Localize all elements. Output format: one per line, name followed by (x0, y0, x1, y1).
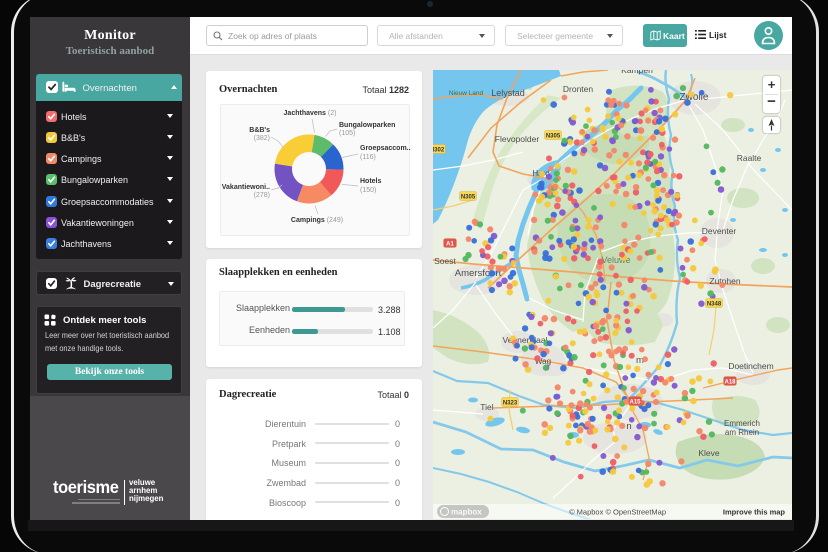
svg-text:N305: N305 (461, 195, 476, 201)
svg-text:Flevopolder: Flevopolder (495, 134, 540, 144)
svg-text:A18: A18 (724, 380, 736, 386)
svg-text:Lelystad: Lelystad (491, 88, 525, 98)
svg-text:Tiel: Tiel (480, 402, 493, 412)
svg-text:Raalte: Raalte (737, 153, 762, 163)
svg-text:Soest: Soest (434, 256, 456, 266)
svg-text:Emmerich: Emmerich (724, 419, 760, 428)
svg-text:n: n (626, 421, 631, 432)
svg-text:Dronten: Dronten (563, 84, 594, 94)
svg-text:A15: A15 (629, 400, 641, 406)
svg-text:Improve this map: Improve this map (723, 508, 786, 517)
svg-text:Nieuw Land: Nieuw Land (449, 90, 484, 97)
svg-text:Veenendaal: Veenendaal (503, 335, 548, 345)
svg-text:N323: N323 (503, 401, 518, 407)
svg-text:Kleve: Kleve (698, 448, 720, 458)
svg-text:N305: N305 (546, 134, 561, 140)
svg-text:am Rhein: am Rhein (725, 428, 759, 437)
svg-text:N348: N348 (707, 302, 722, 308)
svg-text:© Mapbox © OpenStreetMap: © Mapbox © OpenStreetMap (569, 508, 666, 517)
svg-text:N302: N302 (433, 148, 445, 154)
svg-text:Deventer: Deventer (702, 226, 737, 236)
svg-text:Doetinchem: Doetinchem (728, 361, 773, 371)
svg-text:mapbox: mapbox (451, 508, 482, 517)
svg-text:Kampen: Kampen (621, 70, 653, 75)
svg-text:A1: A1 (446, 242, 454, 248)
